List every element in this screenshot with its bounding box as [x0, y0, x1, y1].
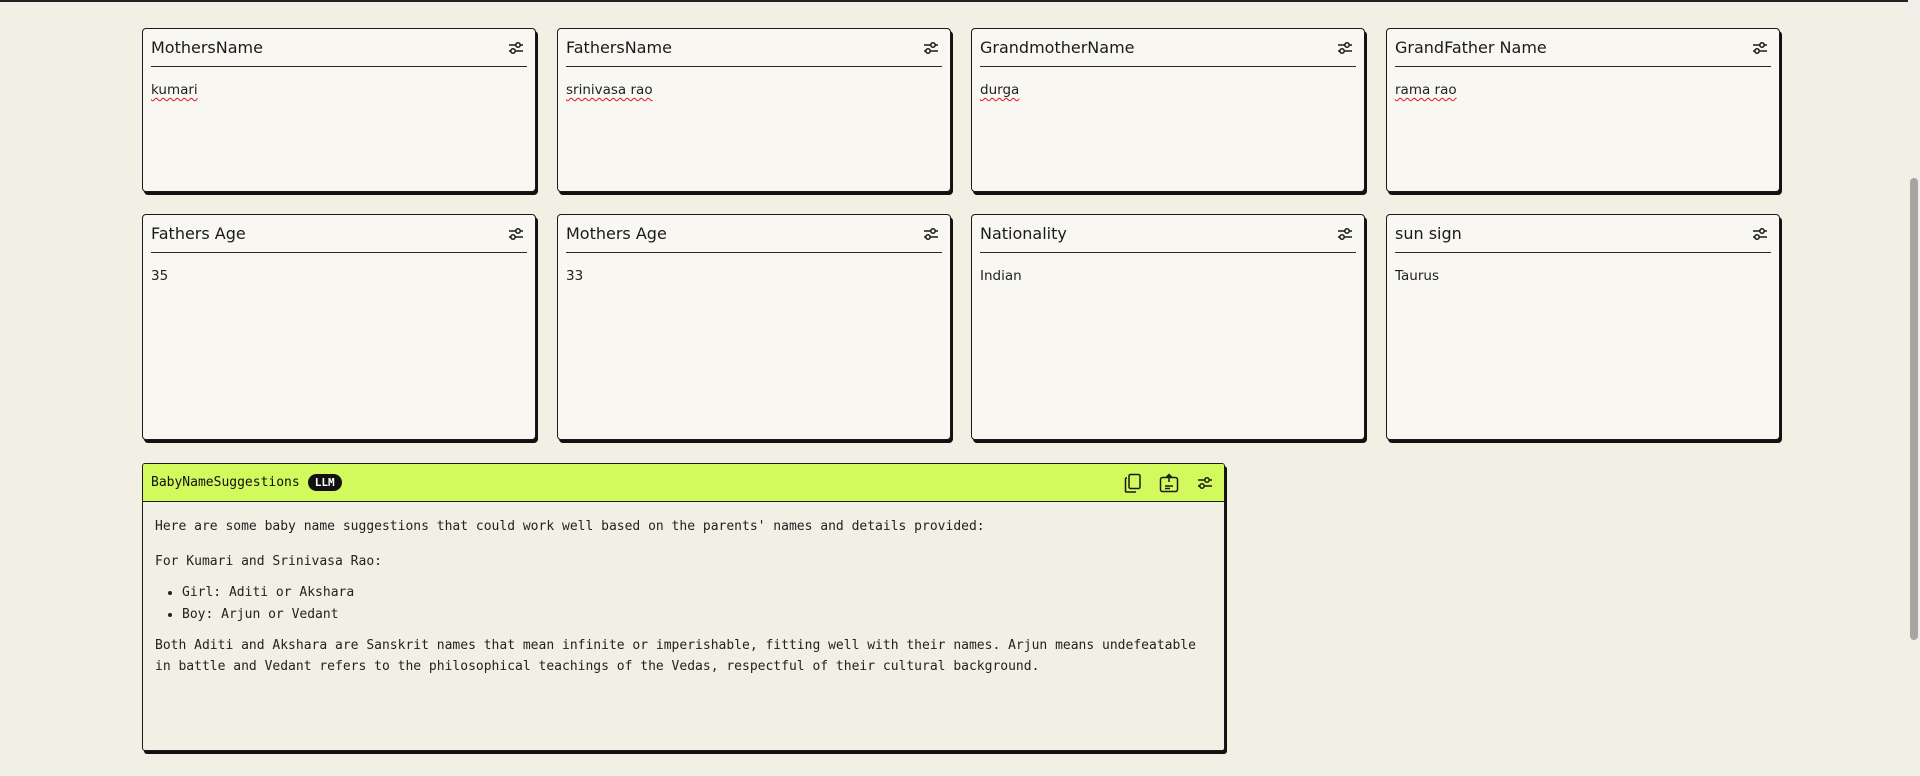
field-card-mothers-name[interactable]: MothersName kumari — [142, 28, 536, 192]
sliders-icon[interactable] — [1334, 223, 1356, 245]
card-value[interactable]: durga — [980, 82, 1019, 98]
card-value[interactable]: Taurus — [1395, 268, 1439, 284]
card-title: GrandFather Name — [1395, 38, 1547, 57]
card-value[interactable]: rama rao — [1395, 82, 1457, 98]
export-icon[interactable] — [1158, 472, 1180, 494]
card-header: MothersName — [151, 29, 527, 67]
llm-badge: LLM — [307, 474, 342, 491]
sliders-icon[interactable] — [1334, 37, 1356, 59]
card-value[interactable]: kumari — [151, 82, 198, 98]
sliders-icon[interactable] — [1749, 223, 1771, 245]
card-title: GrandmotherName — [980, 38, 1135, 57]
sliders-icon[interactable] — [920, 37, 942, 59]
card-title: MothersName — [151, 38, 263, 57]
field-card-mothers-age[interactable]: Mothers Age 33 — [557, 214, 951, 440]
llm-parents-line: For Kumari and Srinivasa Rao: — [155, 554, 382, 569]
field-card-sun-sign[interactable]: sun sign Taurus — [1386, 214, 1780, 440]
sliders-icon[interactable] — [505, 223, 527, 245]
card-title: FathersName — [566, 38, 672, 57]
llm-output-body: Here are some baby name suggestions that… — [143, 502, 1224, 677]
card-value[interactable]: srinivasa rao — [566, 82, 653, 98]
card-title: sun sign — [1395, 224, 1462, 243]
card-title: Mothers Age — [566, 224, 667, 243]
llm-output-card: BabyNameSuggestions LLM Here are some ba… — [142, 463, 1225, 751]
llm-actions — [1122, 472, 1216, 494]
field-card-fathers-name[interactable]: FathersName srinivasa rao — [557, 28, 951, 192]
card-header: Fathers Age — [151, 215, 527, 253]
card-title: Fathers Age — [151, 224, 246, 243]
top-border — [0, 0, 1920, 2]
sliders-icon[interactable] — [1749, 37, 1771, 59]
list-item: Girl: Aditi or Akshara — [182, 582, 1212, 603]
card-header: GrandFather Name — [1395, 29, 1771, 67]
field-card-grandfather-name[interactable]: GrandFather Name rama rao — [1386, 28, 1780, 192]
card-value[interactable]: Indian — [980, 268, 1022, 284]
field-card-fathers-age[interactable]: Fathers Age 35 — [142, 214, 536, 440]
card-header: Nationality — [980, 215, 1356, 253]
copy-icon[interactable] — [1122, 472, 1144, 494]
vertical-scrollbar[interactable] — [1908, 0, 1920, 776]
sliders-icon[interactable] — [505, 37, 527, 59]
suggestion-list: Girl: Aditi or Akshara Boy: Arjun or Ved… — [155, 582, 1212, 625]
field-card-nationality[interactable]: Nationality Indian — [971, 214, 1365, 440]
card-header: Mothers Age — [566, 215, 942, 253]
sliders-icon[interactable] — [1194, 472, 1216, 494]
card-value[interactable]: 35 — [151, 268, 168, 284]
card-header: GrandmotherName — [980, 29, 1356, 67]
sliders-icon[interactable] — [920, 223, 942, 245]
llm-card-title: BabyNameSuggestions — [151, 475, 300, 490]
field-card-grandmother-name[interactable]: GrandmotherName durga — [971, 28, 1365, 192]
scrollbar-thumb[interactable] — [1910, 178, 1918, 640]
card-header: sun sign — [1395, 215, 1771, 253]
list-item: Boy: Arjun or Vedant — [182, 604, 1212, 625]
llm-intro-text: Here are some baby name suggestions that… — [155, 519, 985, 534]
card-value[interactable]: 33 — [566, 268, 583, 284]
card-header: FathersName — [566, 29, 942, 67]
llm-card-header: BabyNameSuggestions LLM — [143, 464, 1224, 502]
llm-title-group: BabyNameSuggestions LLM — [151, 474, 342, 491]
llm-conclusion-text: Both Aditi and Akshara are Sanskrit name… — [155, 638, 1196, 674]
card-title: Nationality — [980, 224, 1067, 243]
